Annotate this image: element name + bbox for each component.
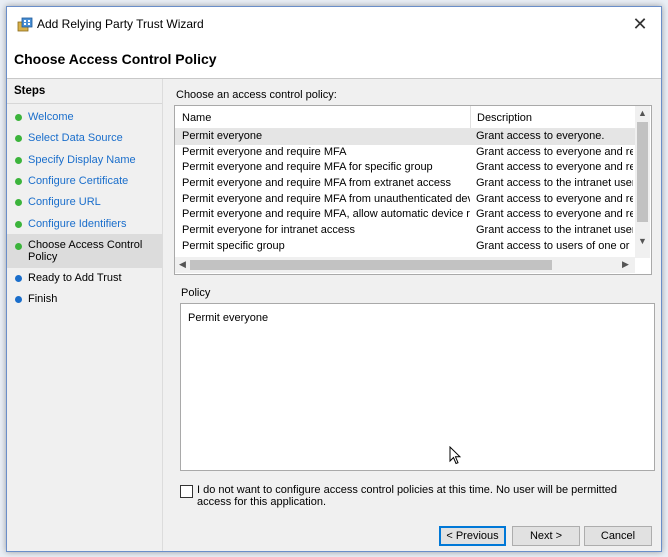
step-welcome[interactable]: Welcome [7, 108, 162, 130]
cancel-button[interactable]: Cancel [584, 526, 652, 546]
table-row[interactable]: Permit specific group Grant access to us… [175, 239, 635, 255]
page-title: Choose Access Control Policy [14, 51, 217, 67]
main-panel: Choose an access control policy: Name De… [163, 79, 661, 551]
policy-name: Permit everyone and require MFA from una… [182, 192, 470, 205]
scroll-right-icon[interactable]: ▶ [618, 259, 633, 270]
policy-listview[interactable]: Name Description Permit everyone Grant a… [174, 105, 652, 275]
step-label: Choose Access Control Policy [28, 239, 143, 263]
policy-description: Grant access to everyone and requir [476, 145, 633, 158]
step-label: Ready to Add Trust [28, 272, 122, 284]
policy-description: Grant access to the intranet users an [476, 177, 633, 190]
opt-out-checkbox[interactable] [180, 485, 193, 498]
policy-name: Permit everyone [182, 130, 263, 142]
scroll-left-icon[interactable]: ◀ [175, 259, 190, 270]
column-separator[interactable] [470, 106, 471, 128]
policy-name: Permit everyone and require MFA from ext… [182, 177, 452, 190]
step-specify-display-name[interactable]: Specify Display Name [7, 151, 162, 173]
title-bar[interactable]: Add Relying Party Trust Wizard ✕ [7, 7, 661, 39]
opt-out-label[interactable]: I do not want to configure access contro… [197, 484, 637, 508]
policy-description: Grant access to everyone and requir [476, 192, 633, 205]
horizontal-scroll-thumb[interactable] [190, 260, 552, 270]
policy-name: Permit specific group [182, 239, 285, 252]
step-done-dot-icon [15, 221, 22, 228]
step-ready-to-add-trust[interactable]: Ready to Add Trust [7, 269, 162, 291]
horizontal-scrollbar[interactable]: ◀ ▶ [175, 257, 635, 273]
step-label: Finish [28, 293, 58, 305]
policy-description: Grant access to everyone. [476, 130, 605, 142]
policy-name: Permit everyone and require MFA, allow a… [182, 208, 470, 221]
table-row[interactable]: Permit everyone and require MFA from ext… [175, 176, 635, 192]
policy-preview-text: Permit everyone [188, 312, 269, 324]
step-done-dot-icon [15, 135, 22, 142]
steps-divider [7, 103, 162, 104]
table-row[interactable]: Permit everyone and require MFA, allow a… [175, 207, 635, 223]
choose-policy-label: Choose an access control policy: [176, 89, 337, 101]
policy-description: Grant access to everyone and requir [476, 208, 633, 221]
mouse-cursor-icon [449, 445, 462, 468]
step-done-dot-icon [15, 178, 22, 185]
vertical-scroll-thumb[interactable] [637, 122, 648, 222]
wizard-window: Add Relying Party Trust Wizard ✕ Choose … [6, 6, 662, 552]
step-todo-dot-icon [15, 296, 22, 303]
step-label: Specify Display Name [28, 154, 136, 166]
policy-name: Permit everyone for intranet access [182, 224, 356, 237]
step-configure-certificate[interactable]: Configure Certificate [7, 172, 162, 194]
step-configure-url[interactable]: Configure URL [7, 193, 162, 215]
steps-title: Steps [14, 85, 46, 97]
close-icon[interactable]: ✕ [629, 13, 651, 35]
policy-label: Policy [181, 287, 211, 299]
step-done-dot-icon [15, 157, 22, 164]
table-row[interactable]: Permit everyone and require MFA Grant ac… [175, 145, 635, 161]
table-row[interactable]: Permit everyone for intranet access Gran… [175, 223, 635, 239]
column-header-description[interactable]: Description [477, 112, 532, 124]
policy-rows: Permit everyone Grant access to everyone… [175, 129, 635, 256]
policy-name: Permit everyone and require MFA for spec… [182, 161, 433, 174]
step-finish[interactable]: Finish [7, 290, 162, 312]
scroll-down-icon[interactable]: ▼ [635, 236, 650, 246]
scroll-up-icon[interactable]: ▲ [635, 108, 650, 118]
step-label: Configure URL [28, 196, 101, 208]
step-current-dot-icon [15, 243, 22, 250]
list-header: Name Description [175, 106, 635, 129]
policy-description: Grant access to the intranet users. [476, 224, 633, 237]
column-header-name[interactable]: Name [182, 112, 211, 124]
adfs-app-icon [17, 16, 33, 32]
steps-sidebar: Steps Welcome Select Data Source Specify… [7, 79, 163, 551]
step-label: Select Data Source [28, 132, 123, 144]
policy-name: Permit everyone and require MFA [182, 145, 347, 158]
policy-description: Grant access to users of one or more [476, 239, 633, 252]
step-todo-dot-icon [15, 275, 22, 282]
table-row[interactable]: Permit everyone Grant access to everyone… [175, 129, 635, 145]
policy-preview[interactable]: Permit everyone [180, 303, 655, 471]
step-label: Welcome [28, 111, 74, 123]
table-row[interactable]: Permit everyone and require MFA from una… [175, 192, 635, 208]
vertical-scrollbar[interactable]: ▲ ▼ [635, 106, 650, 258]
step-label: Configure Identifiers [28, 218, 127, 230]
step-select-data-source[interactable]: Select Data Source [7, 129, 162, 151]
window-title: Add Relying Party Trust Wizard [37, 17, 204, 31]
step-label: Configure Certificate [28, 175, 129, 187]
next-button[interactable]: Next > [512, 526, 580, 546]
step-done-dot-icon [15, 199, 22, 206]
step-done-dot-icon [15, 114, 22, 121]
step-choose-access-control-policy[interactable]: Choose Access Control Policy [7, 234, 162, 268]
previous-button[interactable]: < Previous [439, 526, 506, 546]
policy-description: Grant access to everyone and requir [476, 161, 633, 174]
table-row[interactable]: Permit everyone and require MFA for spec… [175, 160, 635, 176]
